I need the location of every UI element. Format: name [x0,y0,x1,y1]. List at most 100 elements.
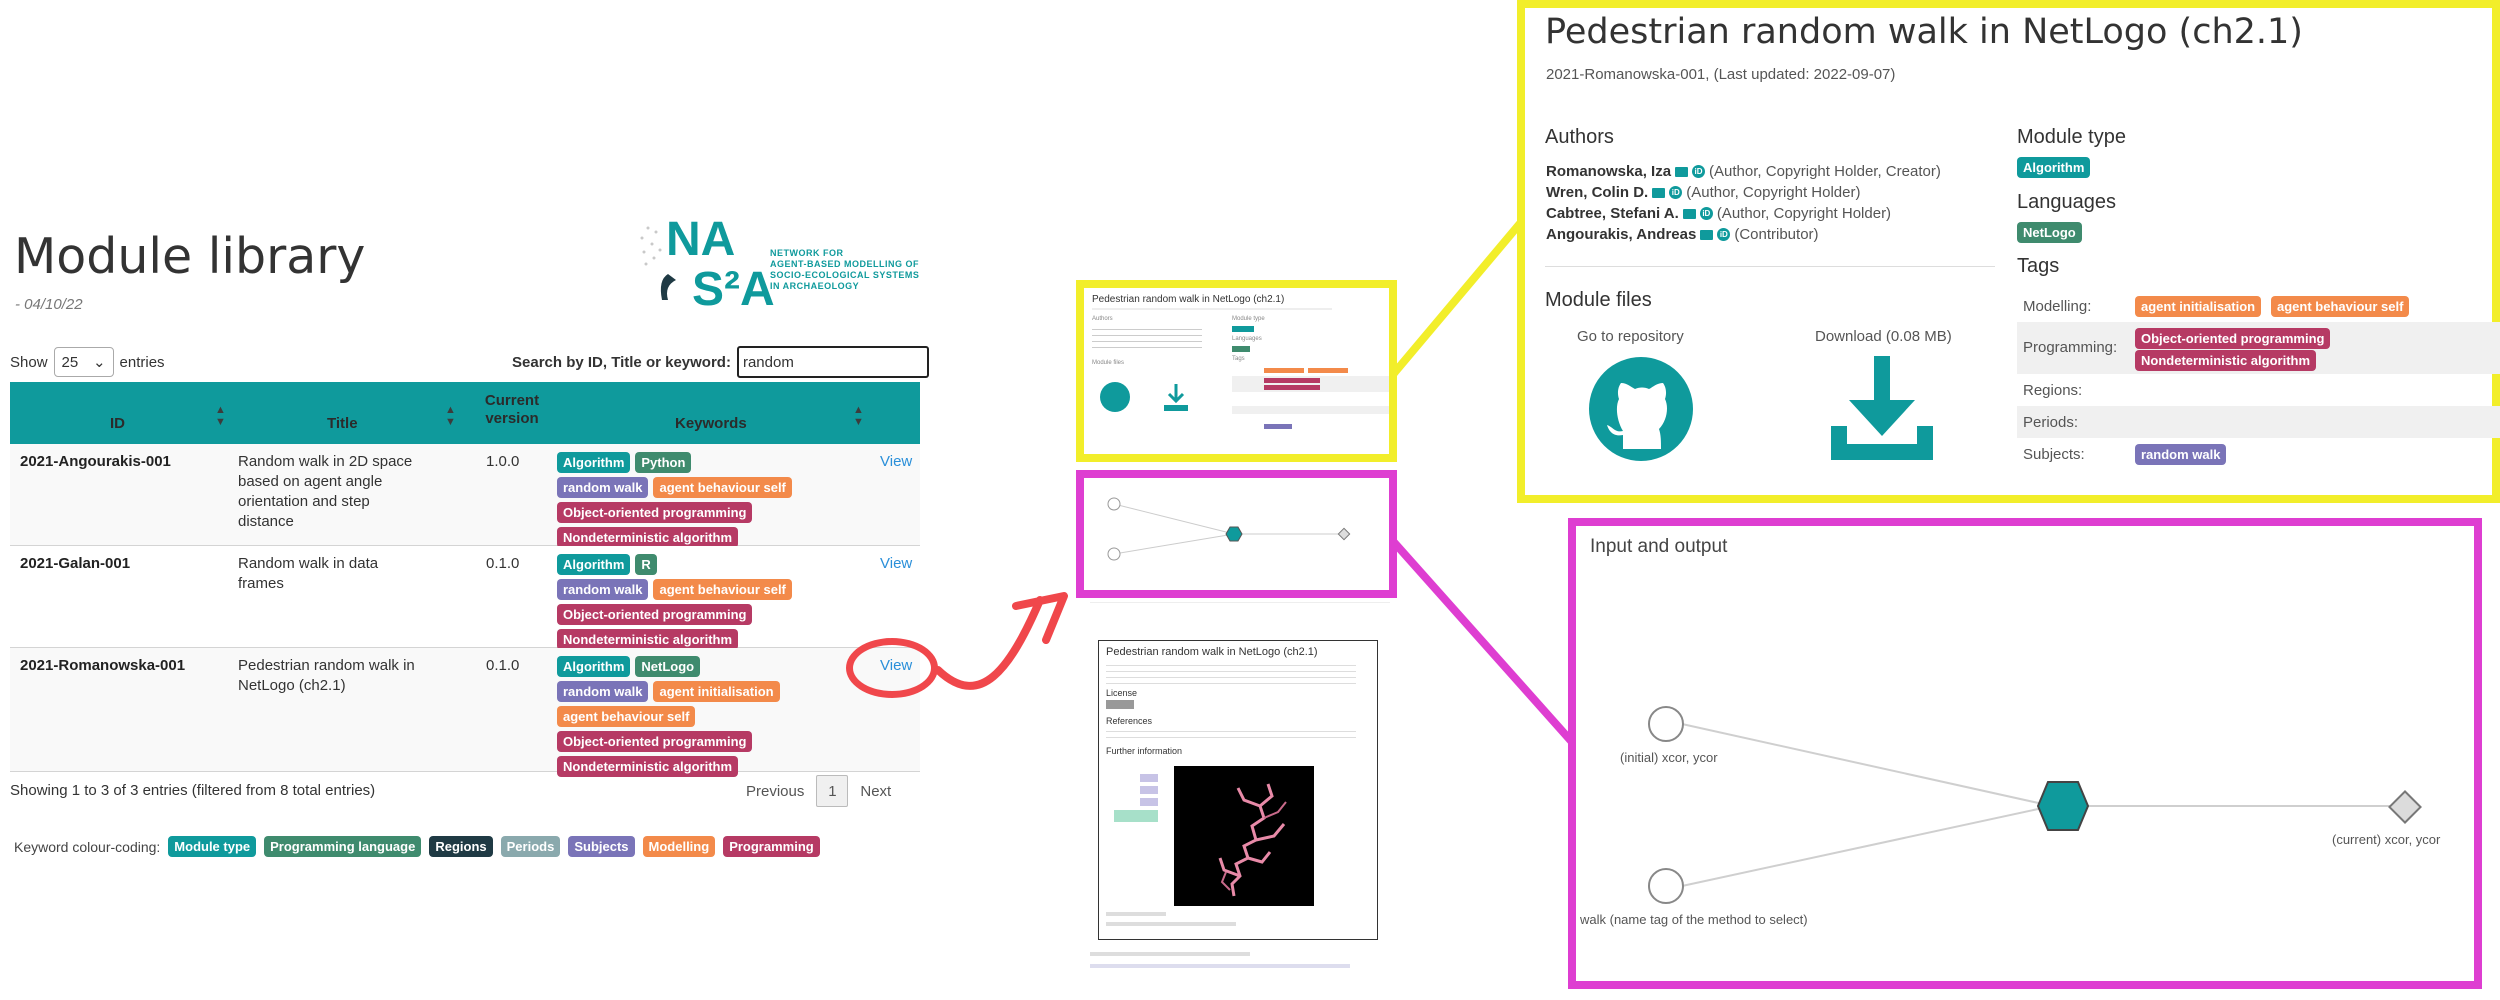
pagination: Previous 1 Next [746,775,891,807]
module-subtitle: 2021-Romanowska-001, (Last updated: 2022… [1546,66,1896,83]
logo-na: NA [666,213,736,266]
mini-doc-preview: Pedestrian random walk in NetLogo (ch2.1… [1090,602,1390,972]
module-node[interactable] [2036,781,2090,831]
entries-select[interactable]: 25 ⌄ [53,347,114,377]
keyword-tag[interactable]: Object-oriented programming [557,731,753,752]
output-label: (current) xcor, ycor [2332,832,2441,847]
orcid-icon[interactable]: iD [1669,186,1683,199]
magenta-connector [1390,537,1590,763]
orcid-icon[interactable]: iD [1692,165,1706,178]
input-label: (initial) xcor, ycor [1620,750,1718,765]
output-node[interactable] [2388,790,2422,824]
keyword-tag[interactable]: Nondeterministic algorithm [2135,350,2317,371]
keyword-tag[interactable]: random walk [557,477,649,498]
previous-button[interactable]: Previous [746,783,804,800]
download-icon[interactable] [1827,356,1937,466]
input-node[interactable] [1648,868,1684,904]
module-title: Pedestrian random walk in NetLogo (ch2.1… [1545,12,2303,52]
orcid-icon[interactable]: iD [1717,228,1731,241]
repo-label: Go to repository [1577,328,1684,345]
authors-heading: Authors [1545,126,1614,148]
mini-io-preview [1076,470,1397,598]
mail-icon[interactable] [1652,187,1666,198]
legend-module-type: Module type [168,836,257,857]
search-label: Search by ID, Title or keyword: [512,353,731,371]
legend-modelling: Modelling [642,836,716,857]
download-icon [1164,384,1188,412]
keyword-tag[interactable]: agent behaviour self [557,706,696,727]
keyword-tag[interactable]: random walk [2135,444,2227,465]
view-link[interactable]: View [880,453,912,470]
search-control: Search by ID, Title or keyword: random [512,346,929,378]
logo-s2a: S²A [692,263,775,316]
keyword-tag[interactable]: agent initialisation [2135,296,2262,317]
keyword-tag[interactable]: Object-oriented programming [557,604,753,625]
author-entry: Angourakis, Andreas iD (Contributor) [1546,226,1819,243]
github-icon [1100,382,1130,412]
tags-subjects-row: Subjects: random walk [2017,438,2500,470]
random-walk-plot [1174,766,1314,906]
table-row: 2021-Romanowska-001 Pedestrian random wa… [10,648,920,777]
sort-icon[interactable]: ▲ ▼ [445,404,456,428]
keyword-tag[interactable]: agent initialisation [653,681,780,702]
chevron-down-icon: ⌄ [92,354,106,371]
legend-regions: Regions [429,836,493,857]
download-label: Download (0.08 MB) [1815,328,1952,345]
keyword-tag[interactable]: random walk [557,579,649,600]
keyword-tag[interactable]: NetLogo [635,656,701,677]
tags-regions-row: Regions: [2023,382,2083,399]
keyword-tag[interactable]: agent behaviour self [653,477,792,498]
language-tag[interactable]: NetLogo [2017,222,2082,243]
mail-icon[interactable] [1700,229,1714,240]
legend-subjects: Subjects [568,836,635,857]
keyword-tag[interactable]: Nondeterministic algorithm [557,527,739,548]
keyword-tag[interactable]: Python [635,452,692,473]
col-keywords[interactable]: Keywords [675,415,747,432]
red-arrow [934,592,1068,690]
module-type-tag[interactable]: Algorithm [2017,157,2091,178]
keyword-tag[interactable]: Nondeterministic algorithm [557,756,739,777]
sort-icon[interactable]: ▲ ▼ [215,404,226,428]
keyword-tag[interactable]: Object-oriented programming [557,502,753,523]
module-files-heading: Module files [1545,289,1652,311]
tags-periods-row: Periods: [2017,406,2500,438]
keyword-tag[interactable]: Algorithm [557,452,631,473]
keyword-tag[interactable]: agent behaviour self [2271,296,2410,317]
sort-icon[interactable]: ▲ ▼ [853,404,864,428]
languages-heading: Languages [2017,191,2116,213]
input-node[interactable] [1648,706,1684,742]
keyword-list: Algorithm Python random walk agent behav… [557,452,857,552]
col-title[interactable]: Title [327,415,358,432]
keyword-tag[interactable]: R [635,554,657,575]
search-input[interactable]: random [736,346,929,378]
keyword-tag[interactable]: Nondeterministic algorithm [557,629,739,650]
table-row: 2021-Galan-001 Random walk in data frame… [10,546,920,650]
keyword-tag[interactable]: Algorithm [557,656,631,677]
next-button[interactable]: Next [860,783,891,800]
module-detail-card: Pedestrian random walk in NetLogo (ch2.1… [1517,0,2500,503]
keyword-tag[interactable]: agent behaviour self [653,579,792,600]
keyword-tag[interactable]: Algorithm [557,554,631,575]
page-button[interactable]: 1 [816,775,849,807]
legend-programming: Programming [723,836,820,857]
module-type-heading: Module type [2017,126,2126,148]
mail-icon[interactable] [1675,166,1689,177]
legend-label: Keyword colour-coding: [14,838,161,855]
table-info: Showing 1 to 3 of 3 entries (filtered fr… [10,782,376,799]
github-icon[interactable] [1587,355,1695,463]
keyword-list: Algorithm R random walk agent behaviour … [557,554,857,654]
input-label: walk (name tag of the method to select) [1580,912,1808,927]
tags-programming-row: Programming: Object-oriented programming… [2017,322,2500,374]
mini-detail-preview: Pedestrian random walk in NetLogo (ch2.1… [1076,280,1397,462]
keyword-tag[interactable]: random walk [557,681,649,702]
nas2a-logo: NA S²A NETWORK FOR AGENT-BASED MODELLING… [636,212,926,316]
yellow-connector [1390,211,1530,380]
col-id[interactable]: ID [110,415,125,432]
keyword-list: Algorithm NetLogo random walk agent init… [557,656,857,781]
author-entry: Wren, Colin D. iD (Author, Copyright Hol… [1546,184,1861,201]
keyword-tag[interactable]: Object-oriented programming [2135,328,2331,349]
col-version[interactable]: Current version [472,392,552,428]
input-output-diagram: Input and output (initial) xcor, ycor wa… [1568,518,2482,989]
orcid-icon[interactable]: iD [1699,207,1713,220]
mail-icon[interactable] [1682,208,1696,219]
